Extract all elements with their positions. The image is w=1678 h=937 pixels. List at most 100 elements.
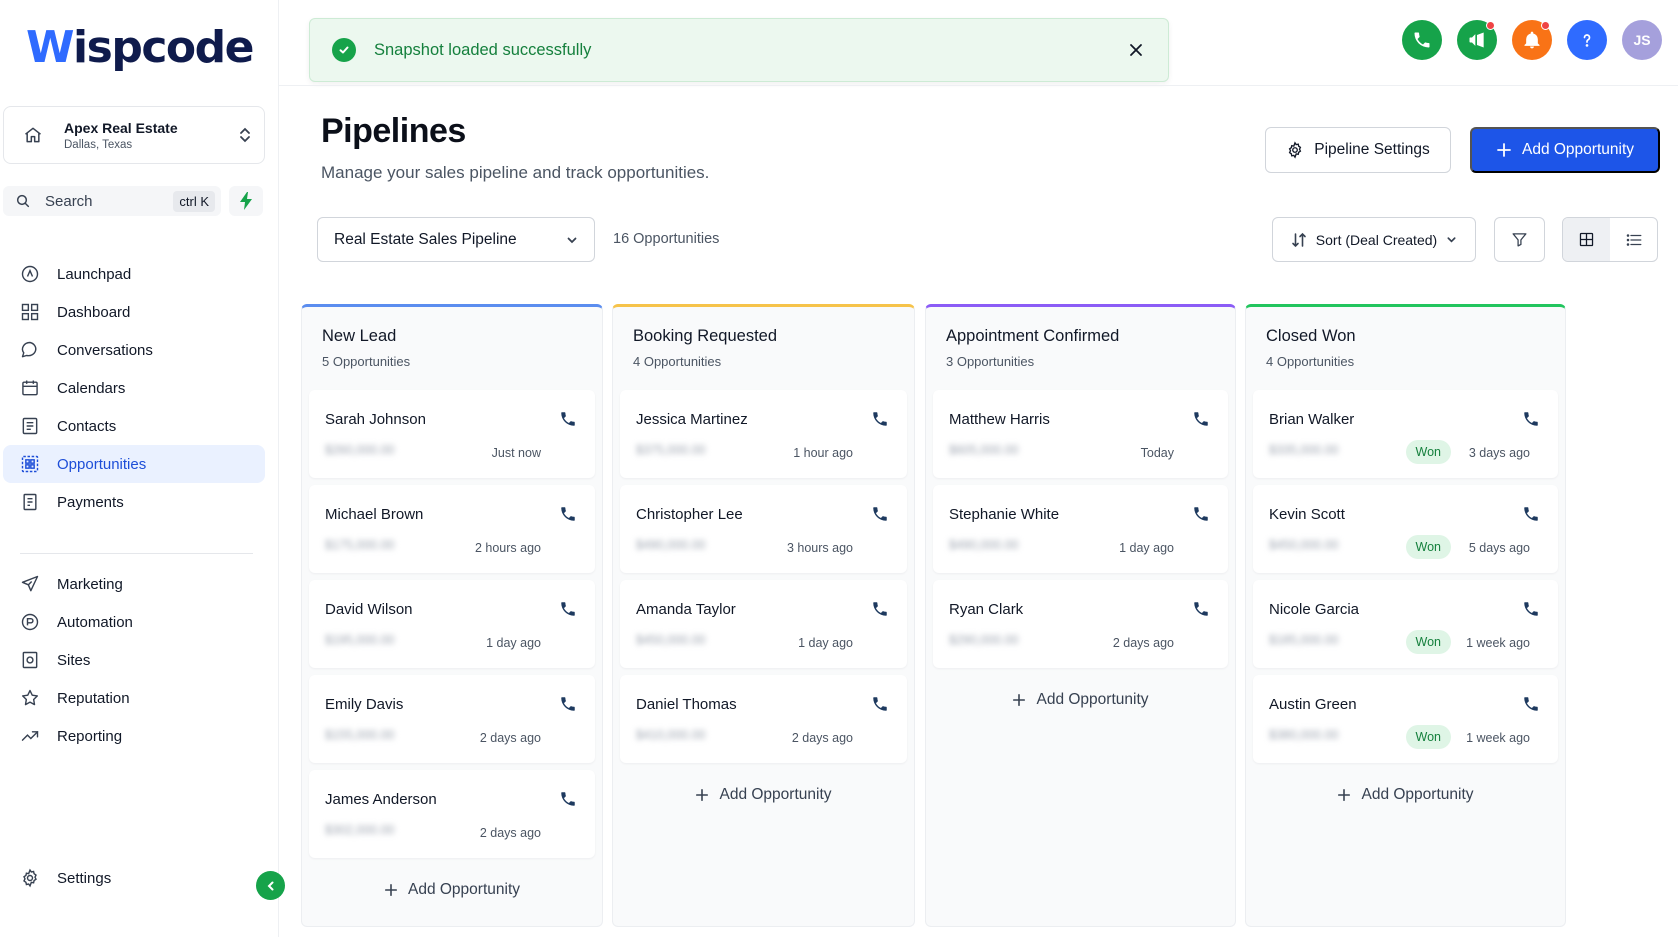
nav-label: Calendars xyxy=(57,379,126,397)
opportunity-card[interactable]: Sarah Johnson $260,000.00 Just now xyxy=(309,390,595,478)
sidebar-item-payments[interactable]: Payments xyxy=(3,483,265,521)
opportunity-card[interactable]: Daniel Thomas $410,000.00 2 days ago xyxy=(620,675,907,763)
opportunity-card[interactable]: Matthew Harris $605,000.00 Today xyxy=(933,390,1228,478)
add-opportunity-link[interactable]: Add Opportunity xyxy=(1253,770,1558,820)
bolt-icon xyxy=(239,192,253,210)
sidebar-item-reporting[interactable]: Reporting xyxy=(3,717,265,755)
search-input[interactable]: Search ctrl K xyxy=(3,186,221,216)
sidebar-item-calendars[interactable]: Calendars xyxy=(3,369,265,407)
sort-icon xyxy=(1291,232,1307,248)
list-icon xyxy=(1625,231,1643,249)
opportunity-card[interactable]: Stephanie White $490,000.00 1 day ago xyxy=(933,485,1228,573)
card-timestamp: 1 hour ago xyxy=(793,446,853,460)
add-opportunity-link[interactable]: Add Opportunity xyxy=(620,770,907,820)
filter-icon xyxy=(1511,231,1528,248)
add-opportunity-button[interactable]: Add Opportunity xyxy=(1470,127,1660,173)
plus-icon xyxy=(695,788,709,802)
collapse-sidebar-button[interactable] xyxy=(256,871,285,900)
opportunity-card[interactable]: Christopher Lee $490,000.00 3 hours ago xyxy=(620,485,907,573)
sidebar-item-contacts[interactable]: Contacts xyxy=(3,407,265,445)
opportunity-card[interactable]: James Anderson $302,000.00 2 days ago xyxy=(309,770,595,858)
phone-icon[interactable] xyxy=(559,600,579,620)
opportunity-card[interactable]: Emily Davis $155,000.00 2 days ago xyxy=(309,675,595,763)
sidebar-search-row: Search ctrl K xyxy=(3,186,265,216)
deal-amount: $195,000.00 xyxy=(325,633,395,647)
sidebar-item-sites[interactable]: Sites xyxy=(3,641,265,679)
nav-label: Marketing xyxy=(57,575,123,593)
phone-button[interactable] xyxy=(1402,20,1442,60)
contact-name: James Anderson xyxy=(325,791,437,808)
contact-name: Ryan Clark xyxy=(949,601,1024,618)
card-timestamp: 1 week ago xyxy=(1466,731,1530,745)
opportunity-card[interactable]: Ryan Clark $290,000.00 2 days ago xyxy=(933,580,1228,668)
card-timestamp: 1 week ago xyxy=(1466,636,1530,650)
check-circle-icon xyxy=(332,38,356,62)
sidebar-item-opportunities[interactable]: Opportunities xyxy=(3,445,265,483)
quick-actions-button[interactable] xyxy=(229,186,263,216)
opportunity-card[interactable]: Austin Green $380,000.00 1 week ago Won xyxy=(1253,675,1558,763)
sidebar-item-conversations[interactable]: Conversations xyxy=(3,331,265,369)
phone-icon[interactable] xyxy=(1192,600,1212,620)
nav-label: Opportunities xyxy=(57,455,147,473)
card-timestamp: 1 day ago xyxy=(486,636,541,650)
phone-icon[interactable] xyxy=(871,505,891,525)
sort-label: Sort (Deal Created) xyxy=(1315,231,1438,248)
notification-dot xyxy=(1486,21,1495,30)
pipeline-settings-button[interactable]: Pipeline Settings xyxy=(1265,127,1451,173)
opportunity-card[interactable]: Michael Brown $175,000.00 2 hours ago xyxy=(309,485,595,573)
sidebar-item-dashboard[interactable]: Dashboard xyxy=(3,293,265,331)
sidebar-item-automation[interactable]: Automation xyxy=(3,603,265,641)
plus-icon xyxy=(1012,693,1026,707)
grid-icon xyxy=(1578,231,1595,248)
phone-icon[interactable] xyxy=(559,505,579,525)
contact-name: Michael Brown xyxy=(325,506,424,523)
contact-name: Matthew Harris xyxy=(949,411,1050,428)
chevron-up-down-icon xyxy=(238,127,252,143)
opportunity-card[interactable]: Nicole Garcia $185,000.00 1 week ago Won xyxy=(1253,580,1558,668)
phone-icon[interactable] xyxy=(559,790,579,810)
opportunity-card[interactable]: Brian Walker $335,000.00 3 days ago Won xyxy=(1253,390,1558,478)
sidebar-item-launchpad[interactable]: Launchpad xyxy=(3,255,265,293)
brand-logo[interactable]: Wispcode xyxy=(26,18,254,70)
user-avatar[interactable]: JS xyxy=(1622,20,1662,60)
announcements-button[interactable] xyxy=(1457,20,1497,60)
phone-icon[interactable] xyxy=(1192,505,1212,525)
success-toast: Snapshot loaded successfully xyxy=(309,18,1169,82)
phone-icon[interactable] xyxy=(1522,600,1542,620)
contact-name: Kevin Scott xyxy=(1269,506,1345,523)
account-switcher[interactable]: Apex Real Estate Dallas, Texas xyxy=(3,106,265,164)
phone-icon[interactable] xyxy=(871,600,891,620)
top-actions: JS xyxy=(1402,20,1662,60)
close-icon[interactable] xyxy=(1124,38,1148,62)
phone-icon[interactable] xyxy=(559,410,579,430)
list-view-button[interactable] xyxy=(1610,218,1657,261)
phone-icon[interactable] xyxy=(1192,410,1212,430)
pipeline-select[interactable]: Real Estate Sales Pipeline xyxy=(317,217,595,262)
launchpad-icon xyxy=(19,263,41,285)
filter-button[interactable] xyxy=(1494,217,1545,262)
bell-icon xyxy=(1522,30,1542,50)
sidebar-item-settings[interactable]: Settings xyxy=(3,859,265,897)
opportunity-card[interactable]: Amanda Taylor $450,000.00 1 day ago xyxy=(620,580,907,668)
board-view-button[interactable] xyxy=(1563,218,1610,261)
add-opportunity-link[interactable]: Add Opportunity xyxy=(933,675,1228,725)
phone-icon[interactable] xyxy=(871,410,891,430)
sort-dropdown[interactable]: Sort (Deal Created) xyxy=(1272,217,1476,262)
phone-icon[interactable] xyxy=(559,695,579,715)
phone-icon xyxy=(1412,30,1432,50)
opportunity-card[interactable]: Jessica Martinez $375,000.00 1 hour ago xyxy=(620,390,907,478)
notifications-button[interactable] xyxy=(1512,20,1552,60)
phone-icon[interactable] xyxy=(871,695,891,715)
opportunity-card[interactable]: David Wilson $195,000.00 1 day ago xyxy=(309,580,595,668)
contact-name: Stephanie White xyxy=(949,506,1060,523)
phone-icon[interactable] xyxy=(1522,505,1542,525)
sidebar-item-reputation[interactable]: Reputation xyxy=(3,679,265,717)
secondary-nav: Marketing Automation Sites Reputation Re… xyxy=(3,565,265,755)
phone-icon[interactable] xyxy=(1522,410,1542,430)
phone-icon[interactable] xyxy=(1522,695,1542,715)
sidebar-item-marketing[interactable]: Marketing xyxy=(3,565,265,603)
sites-icon xyxy=(19,649,41,671)
help-button[interactable] xyxy=(1567,20,1607,60)
opportunity-card[interactable]: Kevin Scott $450,000.00 5 days ago Won xyxy=(1253,485,1558,573)
add-opportunity-link[interactable]: Add Opportunity xyxy=(309,865,595,915)
